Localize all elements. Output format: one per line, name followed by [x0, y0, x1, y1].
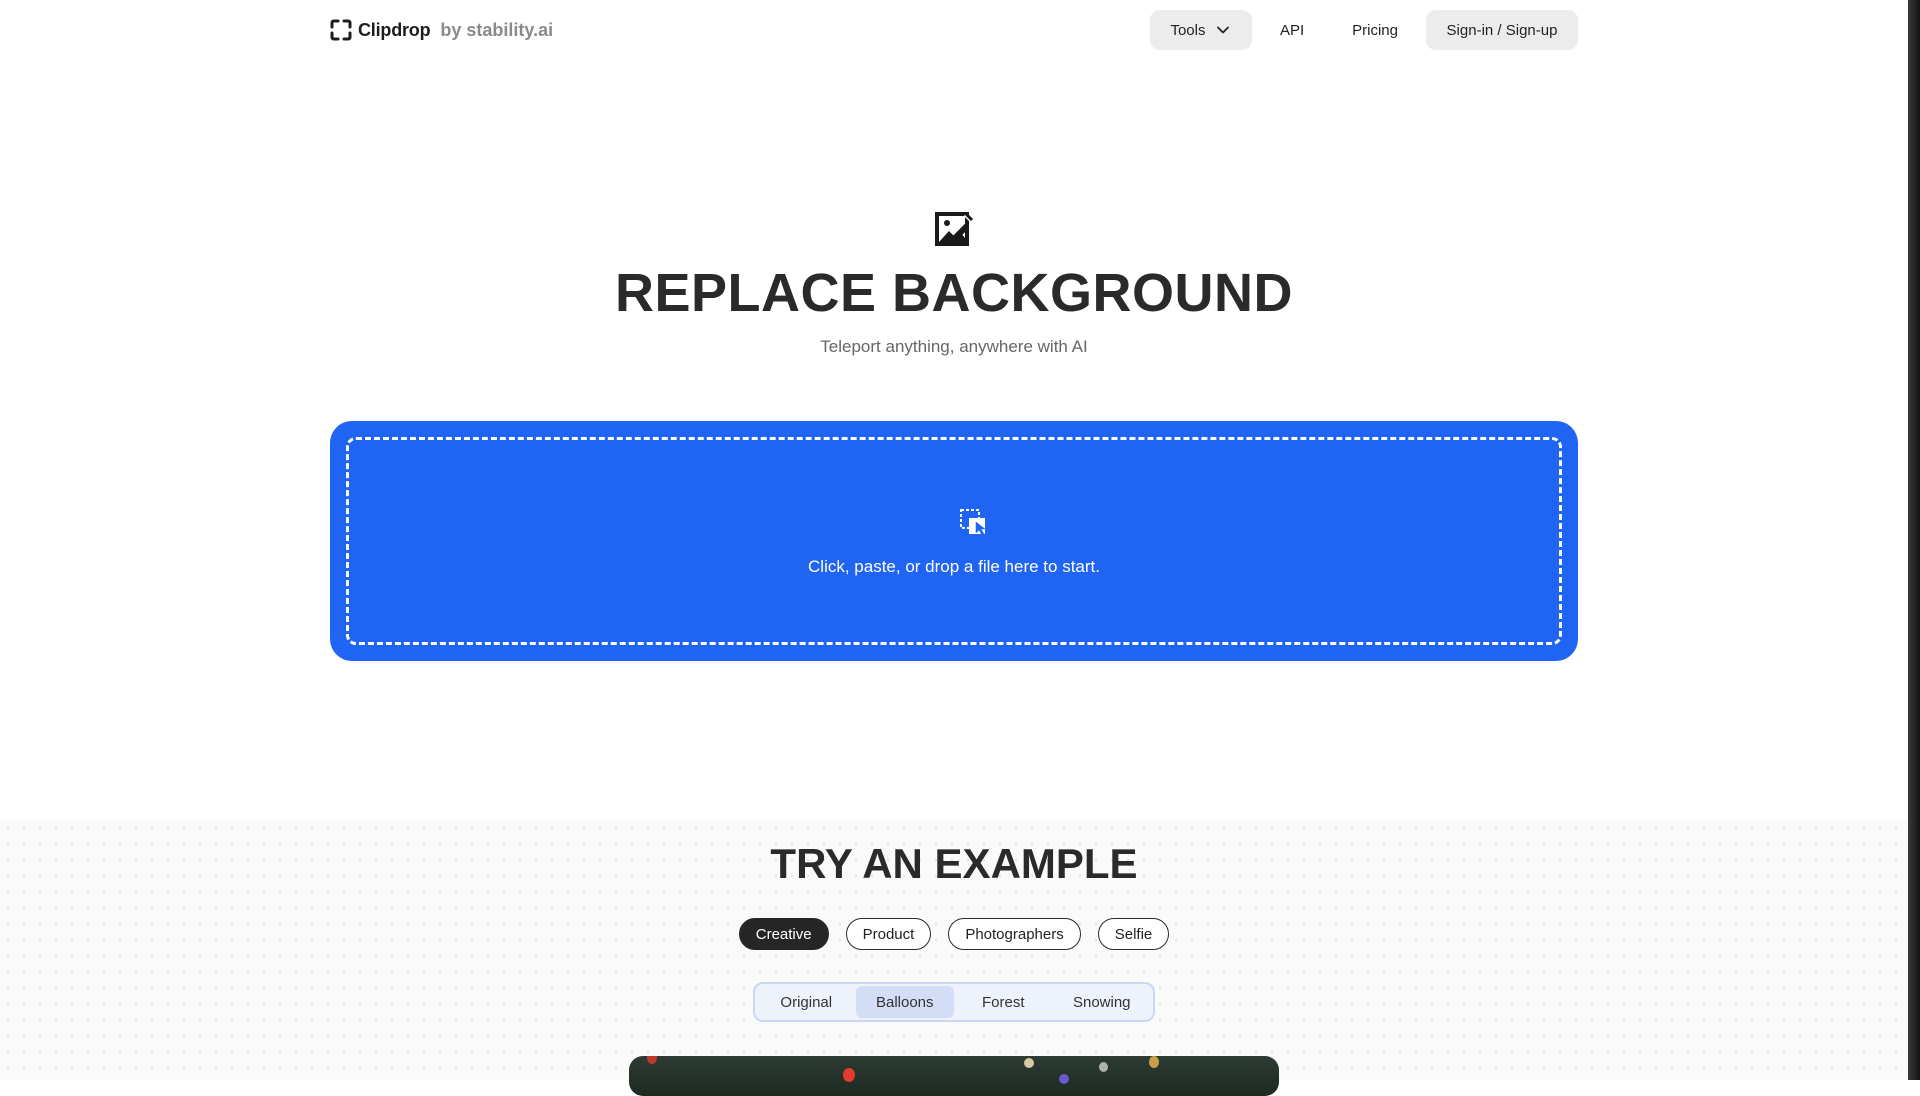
tools-menu-button[interactable]: Tools: [1149, 10, 1252, 50]
page-title: REPLACE BACKGROUND: [614, 263, 1293, 323]
page-subtitle: Teleport anything, anywhere with AI: [820, 337, 1088, 356]
balloon-shape: [1149, 1056, 1159, 1068]
tools-label: Tools: [1170, 21, 1206, 39]
api-link[interactable]: API: [1260, 10, 1324, 50]
chevron-down-icon: [1217, 26, 1230, 34]
dropzone-dashed-border: Click, paste, or drop a file here to sta…: [346, 437, 1562, 645]
example-categories: Creative Product Photographers Selfie: [0, 918, 1908, 950]
drop-file-icon: [960, 509, 986, 536]
category-creative[interactable]: Creative: [738, 918, 829, 950]
brand-byline: by stability.ai: [440, 19, 554, 40]
example-preview-image: [629, 1056, 1279, 1096]
image-edit-icon: [935, 212, 974, 246]
balloon-shape: [1059, 1074, 1069, 1084]
clipdrop-logo-icon: [330, 19, 352, 41]
examples-title: TRY AN EXAMPLE: [770, 840, 1138, 887]
balloon-shape: [1024, 1058, 1034, 1068]
variant-snowing[interactable]: Snowing: [1053, 986, 1152, 1018]
logo[interactable]: Clipdrop by stability.ai: [330, 19, 553, 41]
dropzone-text: Click, paste, or drop a file here to sta…: [808, 557, 1100, 576]
category-product[interactable]: Product: [845, 918, 932, 950]
category-selfie[interactable]: Selfie: [1097, 918, 1170, 950]
pricing-link[interactable]: Pricing: [1332, 10, 1418, 50]
signin-button[interactable]: Sign-in / Sign-up: [1426, 10, 1578, 50]
balloon-shape: [1099, 1062, 1108, 1072]
example-variants: Original Balloons Forest Snowing: [753, 982, 1155, 1022]
main-nav: Tools API Pricing Sign-in / Sign-up: [1149, 10, 1578, 50]
file-dropzone[interactable]: Click, paste, or drop a file here to sta…: [330, 421, 1578, 661]
brand-name: Clipdrop: [358, 19, 431, 40]
variant-balloons[interactable]: Balloons: [855, 986, 954, 1018]
variant-original[interactable]: Original: [757, 986, 856, 1018]
variant-forest[interactable]: Forest: [954, 986, 1053, 1018]
top-header: Clipdrop by stability.ai Tools API Prici…: [330, 0, 1578, 60]
window-edge: [1908, 0, 1920, 1080]
category-photographers[interactable]: Photographers: [948, 918, 1081, 950]
balloon-shape: [647, 1056, 657, 1064]
